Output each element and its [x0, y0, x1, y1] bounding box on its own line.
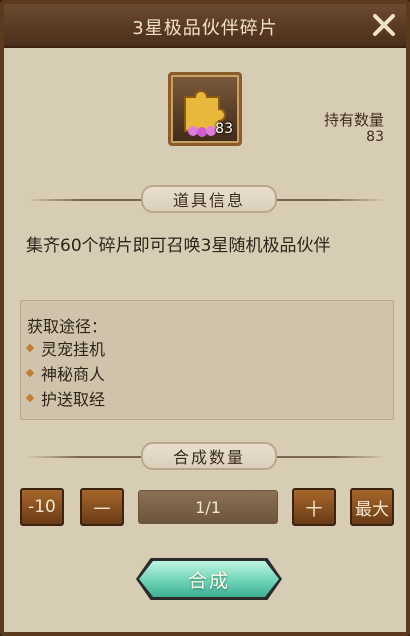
max-button[interactable]: 最大 [350, 488, 394, 526]
source-item[interactable]: 神秘商人 [25, 361, 106, 385]
compose-button-face: 合成 [139, 561, 279, 597]
quantity-field[interactable]: 1/1 [138, 490, 278, 524]
item-slot[interactable]: 83 [168, 72, 242, 146]
source-item-label: 灵宠挂机 [41, 340, 106, 359]
close-button[interactable] [370, 11, 398, 39]
bullet-icon [25, 343, 35, 353]
synthesis-dialog: 3星极品伙伴碎片 83 持有数量 83 道具信息 集齐60个碎片即可召唤3星随机… [0, 0, 410, 636]
close-icon [373, 14, 395, 36]
item-description: 集齐60个碎片即可召唤3星随机极品伙伴 [26, 236, 331, 256]
plus-button[interactable]: 十 [292, 488, 336, 526]
source-item-label: 神秘商人 [41, 365, 106, 384]
source-item[interactable]: 灵宠挂机 [25, 336, 106, 360]
source-item[interactable]: 护送取经 [25, 386, 106, 410]
bullet-icon [25, 368, 35, 378]
source-panel: 获取途径： 灵宠挂机 神秘商人 护送取经 [20, 300, 394, 420]
minus-button[interactable]: 一 [80, 488, 124, 526]
quantity-header: 合成数量 [141, 442, 277, 470]
dialog-title: 3星极品伙伴碎片 [132, 18, 278, 39]
source-item-label: 护送取经 [41, 390, 106, 409]
title-bar: 3星极品伙伴碎片 [4, 4, 406, 48]
minus-10-button[interactable]: -10 [20, 488, 64, 526]
item-count: 83 [215, 121, 233, 137]
compose-button[interactable]: 合成 [136, 558, 282, 600]
compose-button-label: 合成 [187, 569, 230, 592]
source-title: 获取途径： [27, 317, 108, 336]
bullet-icon [25, 393, 35, 403]
holding-label: 持有数量 [323, 111, 384, 129]
item-info-header: 道具信息 [141, 185, 277, 213]
holding-value: 83 [366, 129, 384, 145]
